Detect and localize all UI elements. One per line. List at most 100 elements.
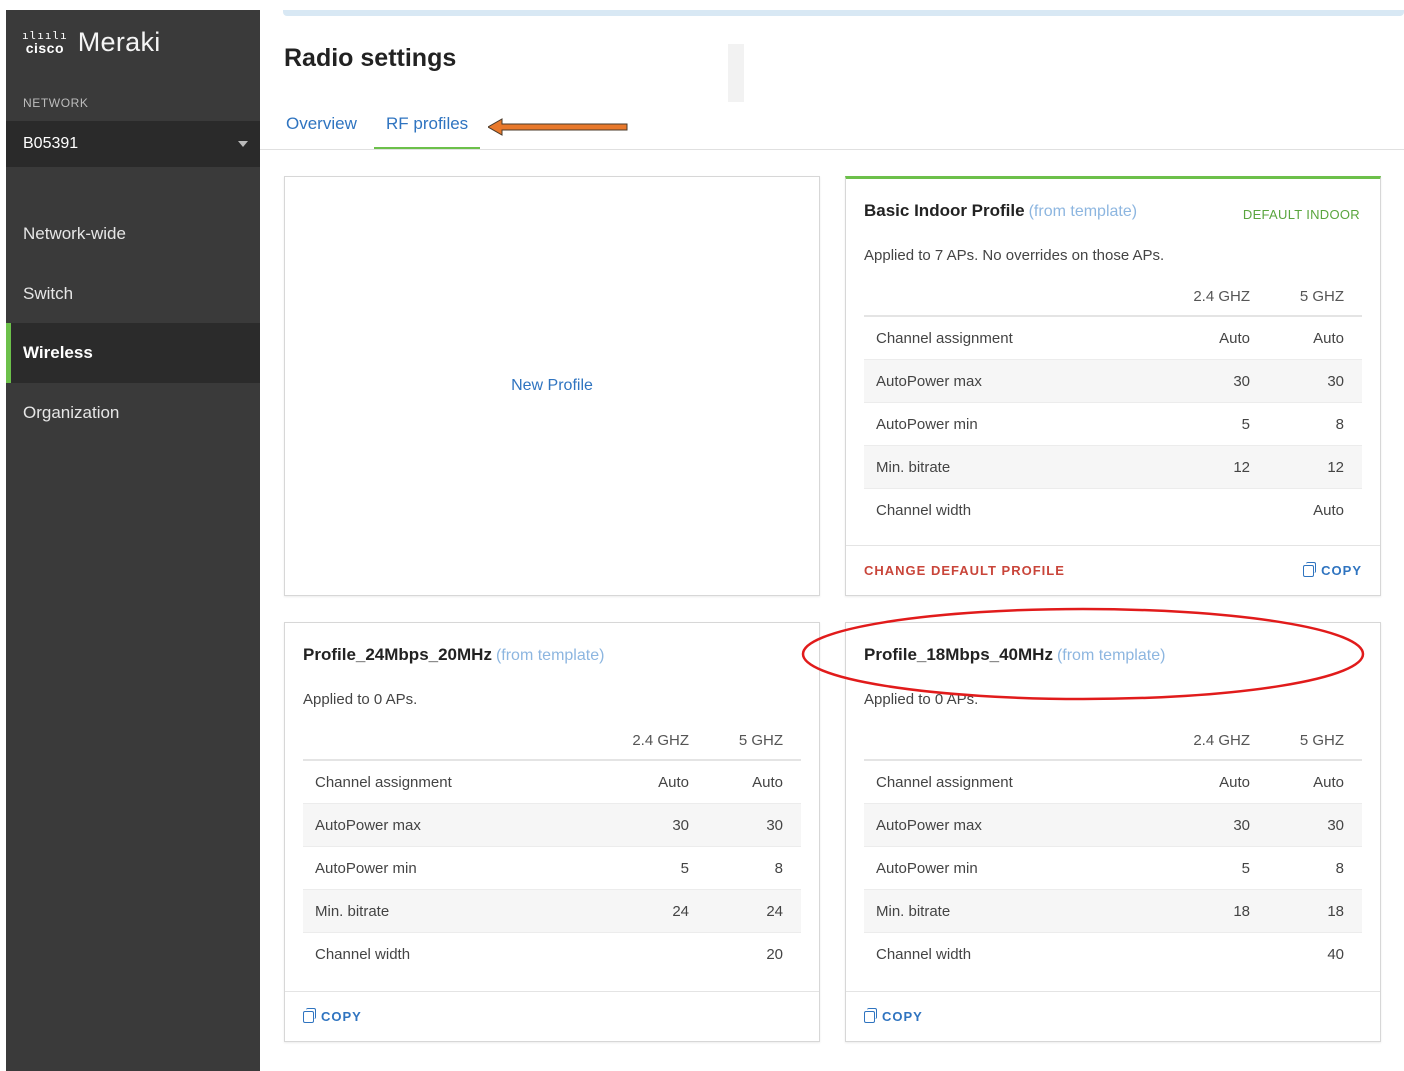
copy-label: COPY <box>882 1009 923 1024</box>
value-5ghz: 8 <box>774 859 783 877</box>
row-label: Channel width <box>876 946 972 963</box>
copy-label: COPY <box>1321 563 1362 578</box>
nav-item-network-wide[interactable]: Network-wide <box>6 204 260 264</box>
copy-label: COPY <box>321 1009 362 1024</box>
table-row: Channel width 40 <box>864 933 1362 976</box>
value-24ghz: 5 <box>680 859 689 877</box>
table-row: AutoPower max 30 30 <box>864 804 1362 847</box>
caret-down-icon <box>238 141 248 147</box>
row-label: Channel assignment <box>876 773 1013 791</box>
table-row: AutoPower min 5 8 <box>864 403 1362 446</box>
value-5ghz: Auto <box>1313 329 1344 347</box>
table-row: AutoPower min 5 8 <box>303 847 801 890</box>
card-footer: COPY <box>846 991 1380 1041</box>
column-5ghz: 5 GHZ <box>1299 731 1344 749</box>
tab-overview[interactable]: Overview <box>286 114 357 149</box>
nav-item-organization[interactable]: Organization <box>6 383 260 443</box>
profile-table: 2.4 GHZ 5 GHZ Channel assignment Auto Au… <box>864 721 1362 976</box>
column-24ghz: 2.4 GHZ <box>1193 287 1250 305</box>
copy-button[interactable]: COPY <box>864 1007 923 1024</box>
row-label: Channel assignment <box>876 329 1013 347</box>
network-label: NETWORK <box>23 96 89 110</box>
row-label: Channel width <box>315 946 411 963</box>
value-5ghz: 30 <box>1327 372 1344 390</box>
table-row: AutoPower min 5 8 <box>864 847 1362 890</box>
copy-button[interactable]: COPY <box>303 1007 362 1024</box>
row-label: Min. bitrate <box>315 902 390 920</box>
new-profile-card[interactable]: New Profile <box>284 176 820 596</box>
profile-table: 2.4 GHZ 5 GHZ Channel assignment Auto Au… <box>864 277 1362 532</box>
row-label: AutoPower max <box>876 372 982 390</box>
applied-text: Applied to 0 APs. <box>864 691 979 708</box>
table-row: Channel assignment Auto Auto <box>864 761 1362 804</box>
value-24ghz: 30 <box>1233 372 1250 390</box>
cisco-logo: ılıılı cisco <box>22 30 68 55</box>
card-footer: CHANGE DEFAULT PROFILE COPY <box>846 545 1380 595</box>
table-row: Channel assignment Auto Auto <box>303 761 801 804</box>
network-selector[interactable]: B05391 <box>6 121 260 167</box>
value-24ghz: 30 <box>1233 816 1250 834</box>
value-24ghz: 30 <box>672 816 689 834</box>
value-5ghz: 12 <box>1327 458 1344 476</box>
value-5ghz: 20 <box>766 946 783 963</box>
profile-card-basic-indoor: Basic Indoor Profile (from template) DEFA… <box>845 176 1381 596</box>
value-5ghz: 8 <box>1335 415 1344 433</box>
table-header: 2.4 GHZ 5 GHZ <box>864 277 1362 317</box>
copy-icon <box>303 1007 316 1023</box>
value-24ghz: Auto <box>1219 773 1250 791</box>
value-5ghz: 18 <box>1327 902 1344 920</box>
nav-item-wireless[interactable]: Wireless <box>6 323 260 383</box>
profile-card-18mbps-40mhz: Profile_18Mbps_40MHz (from template) Appl… <box>845 622 1381 1042</box>
profile-name: Basic Indoor Profile <box>864 201 1025 220</box>
value-24ghz: 5 <box>1241 859 1250 877</box>
sidebar: ılıılı cisco Meraki NETWORK B05391 Netwo… <box>6 10 260 1071</box>
card-footer: COPY <box>285 991 819 1041</box>
change-default-profile-link[interactable]: CHANGE DEFAULT PROFILE <box>864 563 1065 578</box>
network-selector-value: B05391 <box>23 135 79 152</box>
row-label: Min. bitrate <box>876 902 951 920</box>
row-label: AutoPower min <box>315 859 417 877</box>
tab-bar: Overview RF profiles <box>260 106 1404 150</box>
table-row: AutoPower max 30 30 <box>303 804 801 847</box>
value-24ghz: Auto <box>658 773 689 791</box>
cisco-wordmark: cisco <box>25 39 65 56</box>
value-24ghz: 12 <box>1233 458 1250 476</box>
applied-text: Applied to 0 APs. <box>303 691 418 708</box>
tab-rf-profiles[interactable]: RF profiles <box>374 114 481 149</box>
row-label: Channel assignment <box>315 773 452 791</box>
value-5ghz: 30 <box>766 816 783 834</box>
profile-title: Profile_18Mbps_40MHz (from template) <box>864 645 1165 665</box>
template-note: (from template) <box>1056 647 1166 664</box>
cisco-meraki-logo[interactable]: ılıılı cisco Meraki <box>22 22 161 62</box>
copy-icon <box>864 1007 877 1023</box>
table-row: AutoPower max 30 30 <box>864 360 1362 403</box>
value-5ghz: Auto <box>752 773 783 791</box>
column-5ghz: 5 GHZ <box>1299 287 1344 305</box>
value-5ghz: 24 <box>766 902 783 920</box>
template-note: (from template) <box>495 647 605 664</box>
cisco-bars-icon: ılıılı <box>22 28 68 42</box>
table-header: 2.4 GHZ 5 GHZ <box>303 721 801 761</box>
value-5ghz: Auto <box>1313 773 1344 791</box>
copy-icon <box>1303 561 1317 577</box>
default-badge: DEFAULT INDOOR <box>1242 207 1360 222</box>
value-24ghz: 24 <box>672 902 689 920</box>
value-24ghz: Auto <box>1219 329 1250 347</box>
value-5ghz: 40 <box>1327 946 1344 963</box>
profile-name: Profile_24Mbps_20MHz <box>303 645 492 664</box>
table-row: Min. bitrate 18 18 <box>864 890 1362 933</box>
profile-title: Profile_24Mbps_20MHz (from template) <box>303 645 604 665</box>
nav-item-switch[interactable]: Switch <box>6 264 260 324</box>
table-row: Channel width Auto <box>864 489 1362 532</box>
copy-button[interactable]: COPY <box>1303 561 1362 578</box>
new-profile-link[interactable]: New Profile <box>511 377 593 395</box>
page-title: Radio settings <box>284 44 457 72</box>
value-5ghz: 8 <box>1335 859 1344 877</box>
column-24ghz: 2.4 GHZ <box>632 731 689 749</box>
row-label: Min. bitrate <box>876 458 951 476</box>
row-label: AutoPower max <box>876 816 982 834</box>
table-row: Channel assignment Auto Auto <box>864 317 1362 360</box>
row-label: AutoPower max <box>315 816 421 834</box>
value-24ghz: 18 <box>1233 902 1250 920</box>
top-banner <box>283 10 1404 16</box>
